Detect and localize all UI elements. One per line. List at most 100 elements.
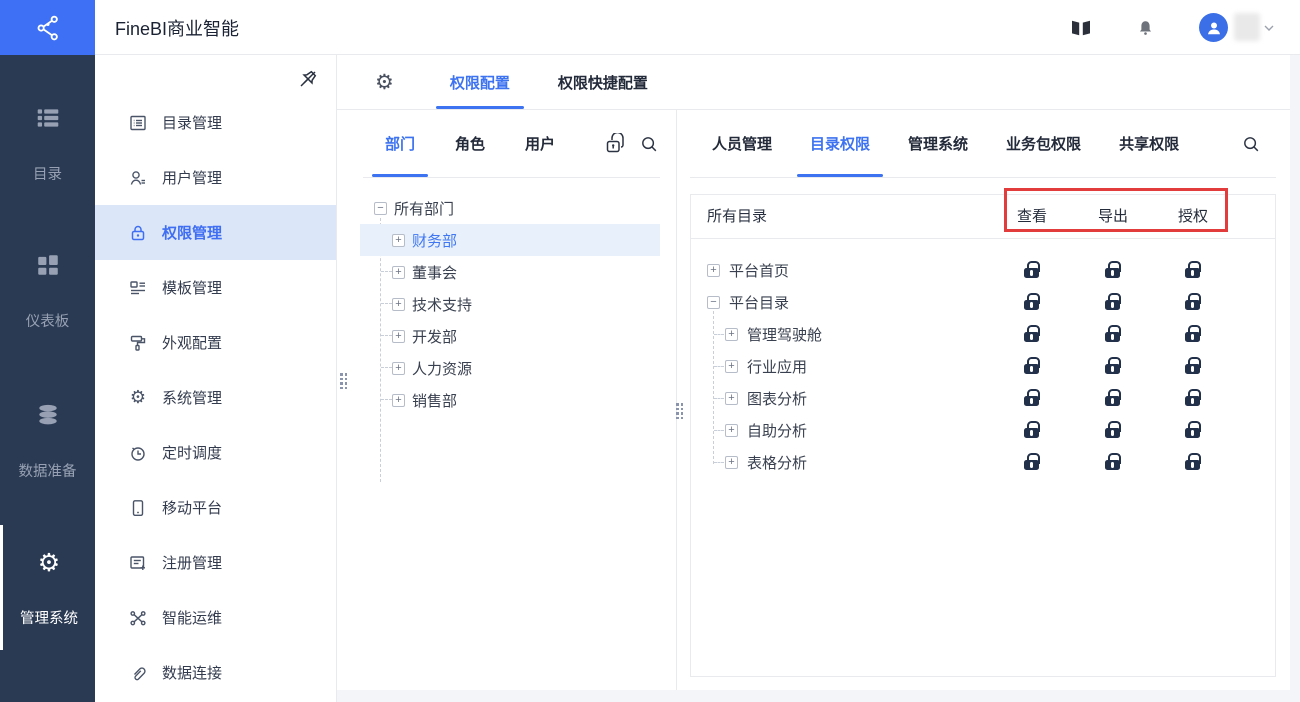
rail-item-data-prep[interactable]: 数据准备 [0, 402, 95, 481]
tree-row-tech-support[interactable]: 技术支持 [360, 288, 674, 320]
main-content: ⚙ 权限配置 权限快捷配置 部门 角色 用户 − 所有部门 + 财务部 + 董事… [337, 55, 1290, 690]
tab-personnel-mgmt[interactable]: 人员管理 [712, 110, 772, 177]
tab-user[interactable]: 用户 [525, 110, 555, 177]
lock-icon-authorize[interactable] [1185, 357, 1201, 378]
lock-icon-view[interactable] [1024, 421, 1040, 442]
lock-icon-authorize[interactable] [1185, 325, 1201, 346]
menu-label: 数据连接 [162, 665, 223, 682]
tree-row-sales-dept[interactable]: 销售部 [360, 384, 674, 416]
search-icon[interactable] [638, 133, 660, 155]
tab-directory-permission[interactable]: 目录权限 [797, 110, 884, 177]
mobile-icon [128, 498, 148, 518]
menu-item-user-mgmt[interactable]: 用户管理 [95, 150, 336, 205]
main-tabbar: ⚙ 权限配置 权限快捷配置 [337, 55, 1290, 110]
unpin-icon[interactable] [296, 67, 320, 91]
tab-permission-quick-config[interactable]: 权限快捷配置 [558, 55, 648, 109]
lock-icon-view[interactable] [1024, 389, 1040, 410]
menu-item-directory-mgmt[interactable]: 目录管理 [95, 95, 336, 150]
tab-permission-config[interactable]: 权限配置 [435, 55, 524, 109]
collapse-box[interactable] [707, 295, 720, 309]
lock-icon-view[interactable] [1024, 293, 1040, 314]
nav-rail: 目录 仪表板 数据准备 ⚙ 管理系统 [0, 55, 95, 702]
tab-share-permission[interactable]: 共享权限 [1119, 110, 1179, 177]
database-icon [35, 402, 61, 428]
template-icon [128, 278, 148, 298]
search-icon[interactable] [1240, 133, 1262, 155]
settings-gear-icon[interactable]: ⚙ [375, 71, 394, 93]
expand-box[interactable] [725, 359, 738, 373]
finebi-admin-window: FineBI商业智能 目录 仪表板 数据准备 ⚙ 管理系统 目录管理 用户管理 … [0, 0, 1300, 702]
menu-item-template-mgmt[interactable]: 模板管理 [95, 260, 336, 315]
panel-resize-handle[interactable] [675, 396, 684, 426]
expand-box[interactable] [392, 393, 405, 407]
user-avatar[interactable] [1199, 13, 1228, 42]
lock-icon-view[interactable] [1024, 325, 1040, 346]
tree-row-all-depts[interactable]: 所有部门 [360, 192, 674, 224]
collapse-box[interactable] [374, 201, 387, 215]
tree-row-board[interactable]: 董事会 [360, 256, 674, 288]
lock-icon-authorize[interactable] [1185, 261, 1201, 282]
menu-label: 注册管理 [162, 555, 223, 572]
column-header-export: 导出 [1097, 208, 1128, 225]
expand-box[interactable] [707, 263, 720, 277]
lock-icon-export[interactable] [1105, 389, 1121, 410]
finebi-logo[interactable] [0, 0, 95, 55]
expand-box[interactable] [392, 265, 405, 279]
lock-icon-authorize[interactable] [1185, 293, 1201, 314]
table-row-industry-apps[interactable]: 行业应用 [691, 350, 1275, 382]
expand-box[interactable] [725, 423, 738, 437]
dept-panel-tabs: 部门 角色 用户 [363, 110, 660, 178]
chevron-down-icon[interactable] [1256, 0, 1282, 55]
expand-box[interactable] [392, 233, 405, 247]
batch-permission-icon[interactable] [604, 133, 626, 155]
row-label: 自助分析 [747, 422, 808, 440]
lock-icon-view[interactable] [1024, 453, 1040, 474]
tab-role[interactable]: 角色 [455, 110, 485, 177]
tree-row-dev-dept[interactable]: 开发部 [360, 320, 674, 352]
lock-icon-export[interactable] [1105, 261, 1121, 282]
tab-department[interactable]: 部门 [371, 110, 429, 177]
lock-icon-authorize[interactable] [1185, 389, 1201, 410]
menu-item-system-mgmt[interactable]: ⚙ 系统管理 [95, 370, 336, 425]
rail-item-admin-system[interactable]: ⚙ 管理系统 [0, 525, 95, 650]
rail-item-directory[interactable]: 目录 [0, 105, 95, 184]
lock-icon-export[interactable] [1105, 357, 1121, 378]
lock-icon-view[interactable] [1024, 261, 1040, 282]
menu-item-mobile-platform[interactable]: 移动平台 [95, 480, 336, 535]
expand-box[interactable] [392, 329, 405, 343]
table-row-self-service-analysis[interactable]: 自助分析 [691, 414, 1275, 446]
table-row-chart-analysis[interactable]: 图表分析 [691, 382, 1275, 414]
help-book-icon[interactable] [1066, 0, 1096, 55]
lock-icon-export[interactable] [1105, 325, 1121, 346]
lock-icon-authorize[interactable] [1185, 453, 1201, 474]
expand-box[interactable] [725, 327, 738, 341]
tree-row-finance-dept[interactable]: 财务部 [360, 224, 660, 256]
lock-icon-export[interactable] [1105, 421, 1121, 442]
menu-item-appearance-config[interactable]: 外观配置 [95, 315, 336, 370]
menu-item-permission-mgmt[interactable]: 权限管理 [95, 205, 336, 260]
menu-item-register-mgmt[interactable]: 注册管理 [95, 535, 336, 590]
lock-icon-view[interactable] [1024, 357, 1040, 378]
expand-box[interactable] [725, 391, 738, 405]
notification-bell-icon[interactable] [1130, 0, 1160, 55]
table-row-table-analysis[interactable]: 表格分析 [691, 446, 1275, 478]
expand-box[interactable] [725, 455, 738, 469]
permission-panel-tabs: 人员管理 目录权限 管理系统 业务包权限 共享权限 [690, 110, 1276, 178]
expand-box[interactable] [392, 361, 405, 375]
tab-business-package-permission[interactable]: 业务包权限 [1006, 110, 1081, 177]
menu-item-data-connection[interactable]: 数据连接 [95, 645, 336, 700]
table-row-platform-home[interactable]: 平台首页 [691, 254, 1275, 286]
rail-item-dashboard[interactable]: 仪表板 [0, 252, 95, 331]
tree-row-hr[interactable]: 人力资源 [360, 352, 674, 384]
menu-item-intelligent-ops[interactable]: 智能运维 [95, 590, 336, 645]
table-row-mgmt-cockpit[interactable]: 管理驾驶舱 [691, 318, 1275, 350]
table-row-platform-directory[interactable]: 平台目录 [691, 286, 1275, 318]
lock-icon-authorize[interactable] [1185, 421, 1201, 442]
expand-box[interactable] [392, 297, 405, 311]
lock-icon-export[interactable] [1105, 293, 1121, 314]
lock-icon-export[interactable] [1105, 453, 1121, 474]
gear-icon: ⚙ [129, 386, 147, 408]
tab-admin-system[interactable]: 管理系统 [908, 110, 968, 177]
menu-item-scheduler[interactable]: 定时调度 [95, 425, 336, 480]
sidebar-resize-handle[interactable] [339, 366, 348, 396]
